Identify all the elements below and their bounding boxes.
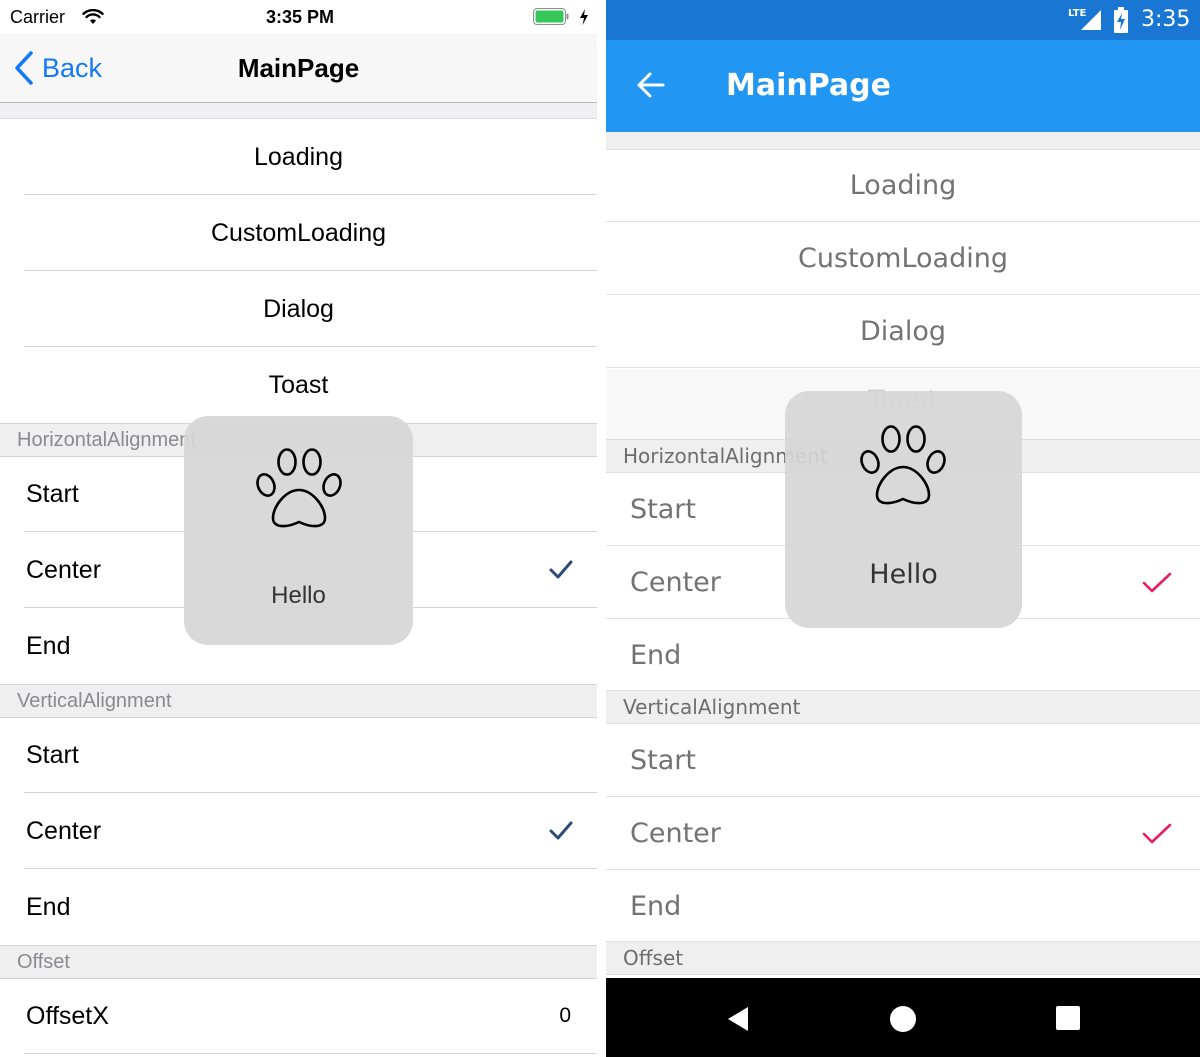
checkmark-icon [549, 560, 573, 579]
menu-item-dialog[interactable]: Dialog [606, 296, 1200, 368]
checkmark-icon [1142, 823, 1172, 844]
section-title: VerticalAlignment [17, 690, 172, 712]
menu-item-label: Dialog [860, 316, 946, 347]
paw-icon [860, 425, 946, 505]
section-spacer [606, 132, 1200, 150]
option-label: Center [630, 818, 721, 849]
android-navigation-bar [606, 978, 1200, 1057]
menu-item-label: CustomLoading [798, 243, 1008, 274]
battery-icon [533, 8, 569, 25]
nav-recents-icon[interactable] [1056, 1006, 1080, 1030]
menu-item-dialog[interactable]: Dialog [0, 271, 597, 347]
status-time: 3:35 [1141, 7, 1191, 32]
menu-item-customloading[interactable]: CustomLoading [0, 195, 597, 271]
vertical-option-start[interactable]: Start [0, 717, 597, 793]
toast-popup: Hello [184, 416, 413, 645]
section-title: VerticalAlignment [623, 695, 801, 719]
option-label: Start [630, 494, 696, 525]
menu-item-customloading[interactable]: CustomLoading [606, 223, 1200, 295]
divider [597, 0, 606, 1057]
section-title: Offset [17, 951, 70, 973]
toast-message: Hello [271, 582, 326, 609]
option-label: Center [26, 817, 102, 845]
toast-popup: Hello [785, 391, 1022, 628]
status-time: 3:35 PM [265, 7, 335, 27]
checkmark-icon [1142, 572, 1172, 593]
android-screen: LTE 3:35 MainPage Loading CustomLoading … [606, 0, 1200, 1057]
option-label: Start [26, 741, 79, 769]
option-label: Center [26, 556, 102, 584]
android-status-bar: LTE 3:35 [606, 0, 1200, 40]
offset-x-row[interactable]: OffsetX 0 [0, 978, 597, 1054]
offset-x-value: 0 [559, 1004, 571, 1027]
nav-back-icon[interactable] [726, 1006, 750, 1032]
vertical-option-end[interactable]: End [0, 869, 597, 945]
page-title: MainPage [237, 53, 360, 83]
option-label: End [26, 893, 71, 921]
menu-item-label: Loading [849, 170, 957, 201]
ios-screen: Carrier 3:35 PM Back MainPage Loading Cu… [0, 0, 606, 1057]
section-header-offset: Offset [0, 945, 597, 979]
menu-item-label: Loading [254, 143, 343, 171]
offset-x-label: OffsetX [26, 1002, 109, 1030]
section-spacer [0, 103, 597, 119]
section-title: HorizontalAlignment [17, 429, 196, 451]
ios-navigation-bar: Back MainPage [0, 34, 597, 103]
menu-item-toast[interactable]: Toast [0, 347, 597, 423]
battery-charging-icon [1114, 7, 1128, 33]
option-label: End [630, 640, 682, 671]
vertical-option-start[interactable]: Start [606, 725, 1200, 797]
android-toolbar: MainPage [606, 40, 1200, 132]
vertical-option-center[interactable]: Center [0, 793, 597, 869]
arrow-back-icon[interactable] [636, 70, 666, 100]
ios-status-bar: Carrier 3:35 PM [0, 0, 606, 34]
option-label: Start [26, 480, 79, 508]
vertical-option-end[interactable]: End [606, 871, 1200, 943]
menu-item-label: Toast [268, 371, 329, 399]
page-title: MainPage [726, 68, 891, 103]
vertical-option-center[interactable]: Center [606, 798, 1200, 870]
charging-icon [580, 9, 588, 25]
horizontal-option-end[interactable]: End [606, 620, 1200, 692]
menu-item-loading[interactable]: Loading [606, 150, 1200, 222]
menu-item-label: Dialog [263, 295, 334, 323]
signal-icon [1081, 10, 1101, 30]
option-label: End [26, 632, 71, 660]
section-header-vertical: VerticalAlignment [0, 684, 597, 718]
option-label: Center [630, 567, 721, 598]
option-label: Start [630, 745, 696, 776]
menu-item-loading[interactable]: Loading [0, 119, 597, 195]
menu-item-label: CustomLoading [210, 219, 387, 247]
section-title: Offset [623, 946, 684, 970]
section-header-vertical: VerticalAlignment [606, 690, 1200, 724]
nav-home-icon[interactable] [889, 1005, 917, 1033]
option-label: End [630, 891, 682, 922]
section-header-offset: Offset [606, 941, 1200, 975]
paw-icon [256, 448, 342, 528]
checkmark-icon [549, 821, 573, 840]
toast-message: Hello [869, 559, 938, 590]
